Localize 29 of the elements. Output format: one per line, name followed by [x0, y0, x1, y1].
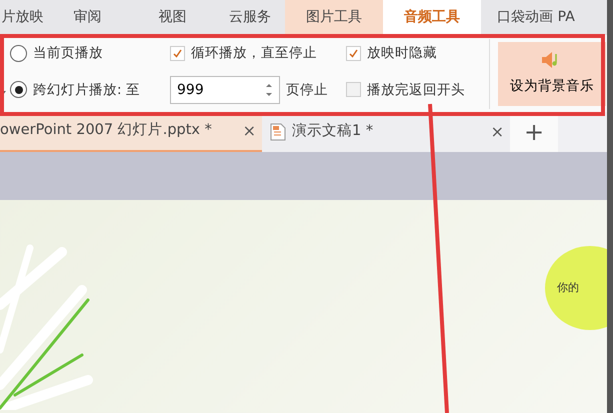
stop-page-label: 页停止: [286, 80, 328, 100]
checkbox[interactable]: [170, 46, 185, 61]
ribbon-tab[interactable]: 音频工具: [383, 0, 481, 35]
radio-button[interactable]: [10, 45, 27, 62]
presentation-file-icon: [270, 123, 286, 141]
close-icon[interactable]: ×: [242, 119, 256, 143]
checkbox-label: 播放完返回开头: [367, 80, 465, 100]
ribbon-tab[interactable]: 审阅: [45, 0, 130, 35]
checkbox-label: 循环播放，直至停止: [191, 44, 317, 64]
tab-title: 演示文稿1 *: [292, 122, 374, 142]
checkmark-icon: [172, 48, 183, 59]
spinner-arrows-icon[interactable]: [266, 82, 272, 98]
ribbon-tab[interactable]: 口袋动画 PA: [481, 0, 591, 35]
ribbon-tab[interactable]: 云服务: [215, 0, 285, 35]
checkbox[interactable]: [346, 46, 361, 61]
bubble-text: 你的: [557, 280, 579, 296]
ribbon-tab[interactable]: 图片工具: [285, 0, 383, 35]
checkmark-icon: [348, 48, 359, 59]
radio-label: 当前页播放: [33, 44, 103, 64]
radio-button[interactable]: [10, 81, 27, 98]
ribbon-tab[interactable]: 片放映: [0, 0, 45, 35]
ribbon-tab[interactable]: 视图: [130, 0, 215, 35]
checkbox[interactable]: [346, 82, 361, 98]
radio-label: 跨幻灯片播放: 至: [33, 80, 140, 100]
tab-title: owerPoint 2007 幻灯片.pptx *: [0, 121, 212, 140]
stop-page-field[interactable]: 999: [170, 76, 280, 104]
set-background-music-button[interactable]: 设为背景音乐: [498, 42, 606, 106]
checkbox-label: 放映时隐藏: [367, 44, 437, 64]
close-icon[interactable]: ×: [490, 120, 504, 144]
